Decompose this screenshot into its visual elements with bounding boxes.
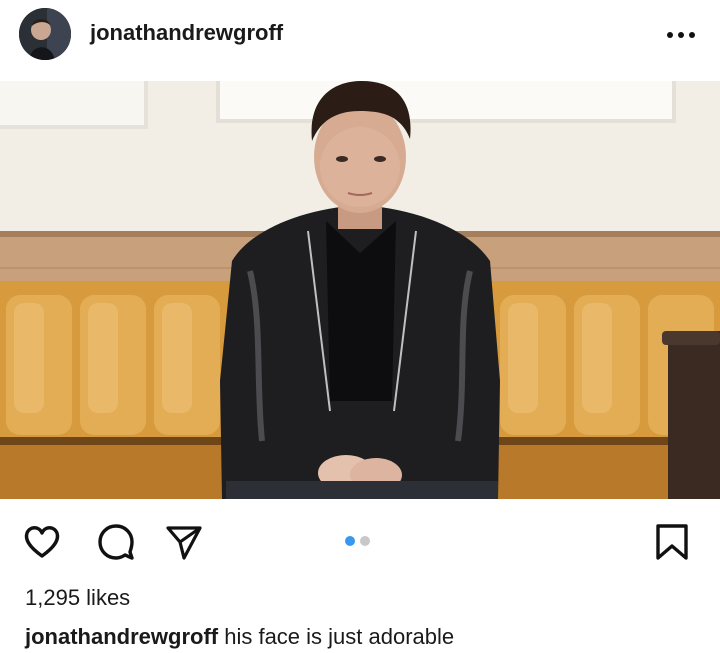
post-photo[interactable] bbox=[0, 81, 720, 499]
likes-count[interactable]: 1,295 likes bbox=[25, 585, 130, 611]
post-username[interactable]: jonathandrewgroff bbox=[90, 20, 283, 46]
heart-icon[interactable] bbox=[22, 522, 62, 562]
caption-username[interactable]: jonathandrewgroff bbox=[25, 624, 218, 649]
comment-bubble-icon[interactable] bbox=[96, 522, 136, 562]
post-actions-bar bbox=[0, 505, 720, 581]
carousel-dot bbox=[360, 536, 370, 546]
caption-text: his face is just adorable bbox=[218, 624, 455, 649]
post-header: jonathandrewgroff bbox=[0, 0, 720, 72]
more-options-icon[interactable] bbox=[664, 28, 698, 42]
post-caption: jonathandrewgroff his face is just adora… bbox=[25, 624, 454, 650]
avatar[interactable] bbox=[19, 8, 71, 60]
paper-plane-icon[interactable] bbox=[164, 522, 204, 562]
bookmark-icon[interactable] bbox=[652, 522, 692, 562]
carousel-dot-active bbox=[345, 536, 355, 546]
